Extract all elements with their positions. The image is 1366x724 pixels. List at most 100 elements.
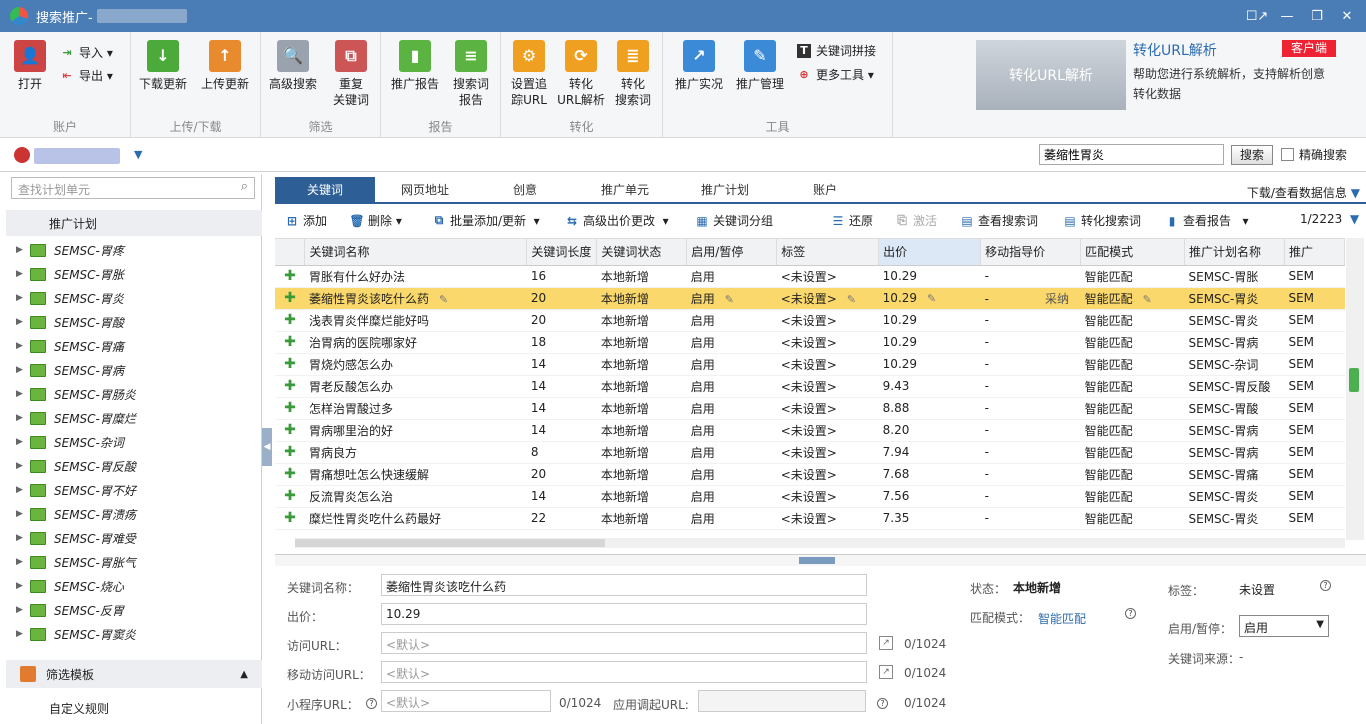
column-header[interactable]: 关键词长度 xyxy=(526,239,598,266)
table-cell[interactable]: 胃病哪里治的好 xyxy=(304,419,527,442)
expand-arrow-icon[interactable]: ▶ xyxy=(16,389,26,399)
table-row[interactable]: ✚ 胃老反酸怎么办 14 本地新增 启用 <未设置> 9.43 - 智能匹配 SEMSC-胃反酸 S… xyxy=(275,375,1345,398)
expand-plus-icon[interactable]: ✚ xyxy=(275,287,305,310)
table-cell[interactable]: 10.29 xyxy=(878,265,981,288)
table-cell[interactable]: 启用 xyxy=(686,331,777,354)
column-header[interactable]: 启用/暂停 xyxy=(686,239,778,266)
tab-account[interactable]: 账户 xyxy=(775,177,875,204)
table-cell[interactable]: 智能匹配 xyxy=(1080,419,1185,442)
table-cell[interactable]: - xyxy=(980,309,1081,332)
table-cell[interactable]: 10.29 xyxy=(878,331,981,354)
table-cell[interactable]: <未设置> xyxy=(776,419,879,442)
open-external-icon-2[interactable]: ↗ xyxy=(879,665,893,679)
conv-searchterm-button[interactable]: ≣ 转化 搜索词 xyxy=(605,40,661,108)
table-cell[interactable]: 胃病良方 xyxy=(304,441,527,464)
table-cell[interactable]: 怎样治胃酸过多 xyxy=(304,397,527,420)
chevron-down-icon[interactable]: ▼ xyxy=(134,148,142,161)
upload-update-button[interactable]: ↑ 上传更新 xyxy=(197,40,253,92)
plan-item[interactable]: ▶ SEMSC-胃酸 xyxy=(6,310,262,334)
table-row[interactable]: ✚ 怎样治胃酸过多 14 本地新增 启用 <未设置> 8.88 - 智能匹配 SEMSC-胃酸 SE… xyxy=(275,397,1345,420)
view-searchterm-button[interactable]: ▤ 查看搜索词 xyxy=(960,212,1038,229)
table-cell[interactable]: 14 xyxy=(526,419,597,442)
table-cell[interactable]: 智能匹配 xyxy=(1080,463,1185,486)
column-header[interactable]: 匹配模式 xyxy=(1080,239,1185,266)
edit-pencil-icon[interactable]: ✎ xyxy=(439,293,448,306)
table-cell[interactable]: 启用 xyxy=(686,463,777,486)
tab-ad-unit[interactable]: 推广单元 xyxy=(575,177,675,204)
table-cell[interactable]: - xyxy=(980,463,1081,486)
plan-item[interactable]: ▶ SEMSC-胃炎 xyxy=(6,286,262,310)
table-cell[interactable]: 本地新增 xyxy=(596,331,687,354)
table-cell[interactable]: 14 xyxy=(526,397,597,420)
url-field[interactable]: <默认> xyxy=(381,632,867,654)
table-cell[interactable]: <未设置> xyxy=(776,463,879,486)
expand-plus-icon[interactable]: ✚ xyxy=(275,507,305,530)
table-cell[interactable]: - xyxy=(980,265,1081,288)
table-cell[interactable]: 本地新增 xyxy=(596,397,687,420)
table-cell[interactable]: 胃烧灼感怎么办 xyxy=(304,353,527,376)
promo-manage-button[interactable]: ✎ 推广管理 xyxy=(732,40,788,92)
import-button[interactable]: ⇥ 导入 ▾ xyxy=(60,44,112,61)
help-icon-2[interactable]: ? xyxy=(877,698,888,709)
table-cell[interactable]: SEMSC-胃酸 xyxy=(1184,397,1285,420)
expand-arrow-icon[interactable]: ▶ xyxy=(16,317,26,327)
table-cell[interactable]: 本地新增 xyxy=(596,265,687,288)
account-name-blurred[interactable] xyxy=(34,148,120,164)
feedback-icon[interactable]: ☐↗ xyxy=(1242,0,1272,32)
table-cell[interactable]: SEM xyxy=(1284,331,1345,354)
table-cell[interactable]: <未设置> xyxy=(776,485,879,508)
table-cell[interactable]: 本地新增 xyxy=(596,287,687,310)
table-cell[interactable]: 20 xyxy=(526,309,597,332)
table-cell[interactable]: SEM xyxy=(1284,397,1345,420)
tab-webpage-url[interactable]: 网页地址 xyxy=(375,177,475,204)
keyword-search-input[interactable] xyxy=(1039,144,1224,165)
custom-rule-item[interactable]: 自定义规则 xyxy=(49,700,109,717)
table-cell[interactable]: - xyxy=(980,375,1081,398)
column-header[interactable]: 移动指导价 xyxy=(980,239,1082,266)
column-header[interactable]: 关键词状态 xyxy=(596,239,688,266)
searchterm-report-button[interactable]: ≡ 搜索词 报告 xyxy=(443,40,499,108)
table-cell[interactable]: SEM xyxy=(1284,353,1345,376)
adopt-label[interactable]: 采纳 xyxy=(1045,292,1069,306)
exact-search-checkbox[interactable] xyxy=(1281,148,1294,161)
expand-arrow-icon[interactable]: ▶ xyxy=(16,293,26,303)
table-cell[interactable]: <未设置> ✎ xyxy=(776,287,879,310)
table-cell[interactable]: - xyxy=(980,441,1081,464)
table-cell[interactable]: SEM xyxy=(1284,265,1345,288)
table-cell[interactable]: 10.29 xyxy=(878,353,981,376)
kw-name-field[interactable]: 萎缩性胃炎该吃什么药 xyxy=(381,574,867,596)
table-cell[interactable]: 智能匹配 xyxy=(1080,397,1185,420)
table-cell[interactable]: - 采纳 xyxy=(980,287,1081,310)
activate-button[interactable]: ⎘ 激活 xyxy=(895,212,937,229)
table-cell[interactable]: 启用 xyxy=(686,265,777,288)
table-cell[interactable]: SEMSC-胃病 xyxy=(1184,441,1285,464)
plan-item[interactable]: ▶ SEMSC-胃窦炎 xyxy=(6,622,262,646)
app-url-field[interactable] xyxy=(698,690,866,712)
table-cell[interactable]: SEMSC-胃痛 xyxy=(1184,463,1285,486)
expand-arrow-icon[interactable]: ▶ xyxy=(16,365,26,375)
scroll-thumb[interactable] xyxy=(1349,368,1359,392)
expand-arrow-icon[interactable]: ▶ xyxy=(16,485,26,495)
expand-arrow-icon[interactable]: ▶ xyxy=(16,629,26,639)
table-cell[interactable]: 启用 xyxy=(686,397,777,420)
column-header[interactable]: 关键词名称 xyxy=(304,239,528,266)
expand-plus-icon[interactable]: ✚ xyxy=(275,265,305,288)
sidebar-collapse-handle[interactable]: ◀ xyxy=(262,428,272,466)
edit-pencil-icon[interactable]: ✎ xyxy=(847,293,856,306)
plan-item[interactable]: ▶ SEMSC-烧心 xyxy=(6,574,262,598)
edit-pencil-icon[interactable]: ✎ xyxy=(927,292,936,305)
keyword-group-button[interactable]: ▦ 关键词分组 xyxy=(695,212,773,229)
table-cell[interactable]: 智能匹配 xyxy=(1080,309,1185,332)
table-cell[interactable]: 18 xyxy=(526,331,597,354)
plan-item[interactable]: ▶ SEMSC-杂词 xyxy=(6,430,262,454)
table-cell[interactable]: 启用 xyxy=(686,419,777,442)
table-cell[interactable]: 7.35 xyxy=(878,507,981,530)
table-cell[interactable]: 本地新增 xyxy=(596,309,687,332)
plan-item[interactable]: ▶ SEMSC-胃病 xyxy=(6,358,262,382)
promo-banner-image[interactable]: 转化URL解析 xyxy=(976,40,1126,110)
table-cell[interactable]: SEMSC-胃病 xyxy=(1184,331,1285,354)
expand-plus-icon[interactable]: ✚ xyxy=(275,353,305,376)
expand-arrow-icon[interactable]: ▶ xyxy=(16,245,26,255)
table-cell[interactable]: 启用 xyxy=(686,441,777,464)
table-cell[interactable]: 本地新增 xyxy=(596,419,687,442)
